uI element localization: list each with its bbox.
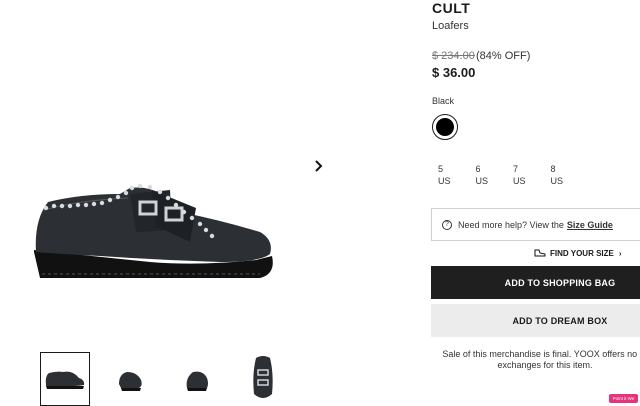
size-option[interactable]: 7 US xyxy=(513,163,551,187)
chevron-right-icon xyxy=(315,160,323,172)
product-category: Loafers xyxy=(432,20,469,32)
thumbnail-3[interactable] xyxy=(172,352,222,406)
color-swatch-black[interactable] xyxy=(432,114,458,140)
add-to-shopping-bag-button[interactable]: ADD TO SHOPPING BAG xyxy=(431,266,640,299)
next-image-button[interactable] xyxy=(310,157,328,175)
chevron-right-icon: › xyxy=(618,248,622,258)
thumbnail-strip xyxy=(40,352,288,406)
size-guide-link[interactable]: Size Guide xyxy=(567,220,613,230)
add-to-dream-box-button[interactable]: ADD TO DREAM BOX xyxy=(431,304,640,337)
find-your-size-label: FIND YOUR SIZE xyxy=(550,248,614,258)
product-main-image xyxy=(20,150,290,300)
final-sale-note: Sale of this merchandise is final. YOOX … xyxy=(442,349,640,370)
thumbnail-2[interactable] xyxy=(106,352,156,406)
brand-name[interactable]: CULT xyxy=(432,0,470,16)
thumbnail-4[interactable] xyxy=(238,352,288,406)
size-help-box: ? Need more help? View the Size Guide xyxy=(431,208,640,241)
size-help-text: Need more help? View the xyxy=(458,219,564,230)
original-price: $ 234.00 xyxy=(432,50,475,62)
find-your-size-button[interactable]: FIND YOUR SIZE › xyxy=(534,248,622,258)
question-circle-icon: ? xyxy=(442,219,452,230)
shoe-icon xyxy=(534,249,546,257)
size-option[interactable]: 5 US xyxy=(438,163,476,187)
size-option[interactable]: 6 US xyxy=(476,163,514,187)
thumbnail-1[interactable] xyxy=(40,352,90,406)
sale-price: $ 36.00 xyxy=(432,65,476,80)
point-it-badge[interactable]: Point it We xyxy=(609,394,638,403)
discount-label: (84% OFF) xyxy=(476,50,531,62)
size-option[interactable]: 8 US xyxy=(551,163,589,187)
size-selector: 5 US 6 US 7 US 8 US xyxy=(438,163,588,187)
color-swatch-dot xyxy=(436,118,454,136)
color-label: Black xyxy=(432,96,455,106)
